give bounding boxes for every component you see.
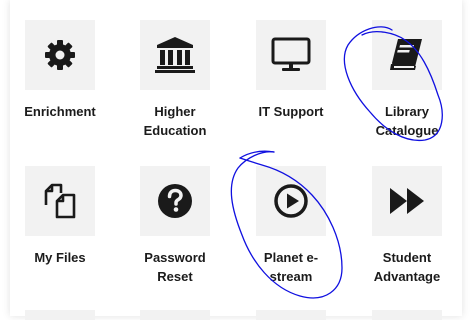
institution-icon — [155, 37, 195, 73]
tile-it-support[interactable]: IT Support — [243, 20, 339, 150]
book-icon — [390, 39, 422, 70]
tile-planet-e-stream[interactable]: Planet e-stream — [243, 166, 339, 296]
question-circle-icon — [158, 184, 192, 218]
tile-partial[interactable] — [25, 310, 95, 320]
tile-label: IT Support — [258, 104, 324, 119]
tile-label: Higher Education — [143, 104, 207, 138]
tile-label: Password Reset — [144, 250, 206, 284]
tile-label: Student Advantage — [373, 250, 441, 284]
tile-icon-box — [25, 20, 95, 90]
gear-icon — [45, 40, 75, 70]
fast-forward-icon — [390, 188, 424, 214]
tile-icon-box — [140, 166, 210, 236]
tile-label: Planet e-stream — [263, 250, 319, 284]
tile-icon-box — [256, 166, 326, 236]
tile-label: My Files — [34, 250, 86, 265]
tile-icon-box — [372, 20, 442, 90]
tile-label: Enrichment — [24, 104, 96, 119]
tile-icon-box — [256, 20, 326, 90]
tile-partial[interactable] — [140, 310, 210, 320]
tile-student-advantage[interactable]: Student Advantage — [359, 166, 455, 296]
tile-icon-box — [372, 166, 442, 236]
tile-partial[interactable] — [372, 310, 442, 320]
tile-higher-education[interactable]: Higher Education — [127, 20, 223, 150]
monitor-icon — [271, 37, 311, 71]
app-grid: Enrichment Higher Education IT Support L… — [0, 0, 472, 320]
tile-library-catalogue[interactable]: Library Catalogue — [359, 20, 455, 150]
tile-partial[interactable] — [256, 310, 326, 320]
tile-icon-box — [25, 166, 95, 236]
tile-label: Library Catalogue — [375, 104, 439, 138]
play-circle-icon — [274, 184, 308, 218]
copy-files-icon — [44, 183, 76, 219]
tile-icon-box — [140, 20, 210, 90]
tile-enrichment[interactable]: Enrichment — [12, 20, 108, 150]
tile-my-files[interactable]: My Files — [12, 166, 108, 296]
tile-password-reset[interactable]: Password Reset — [127, 166, 223, 296]
